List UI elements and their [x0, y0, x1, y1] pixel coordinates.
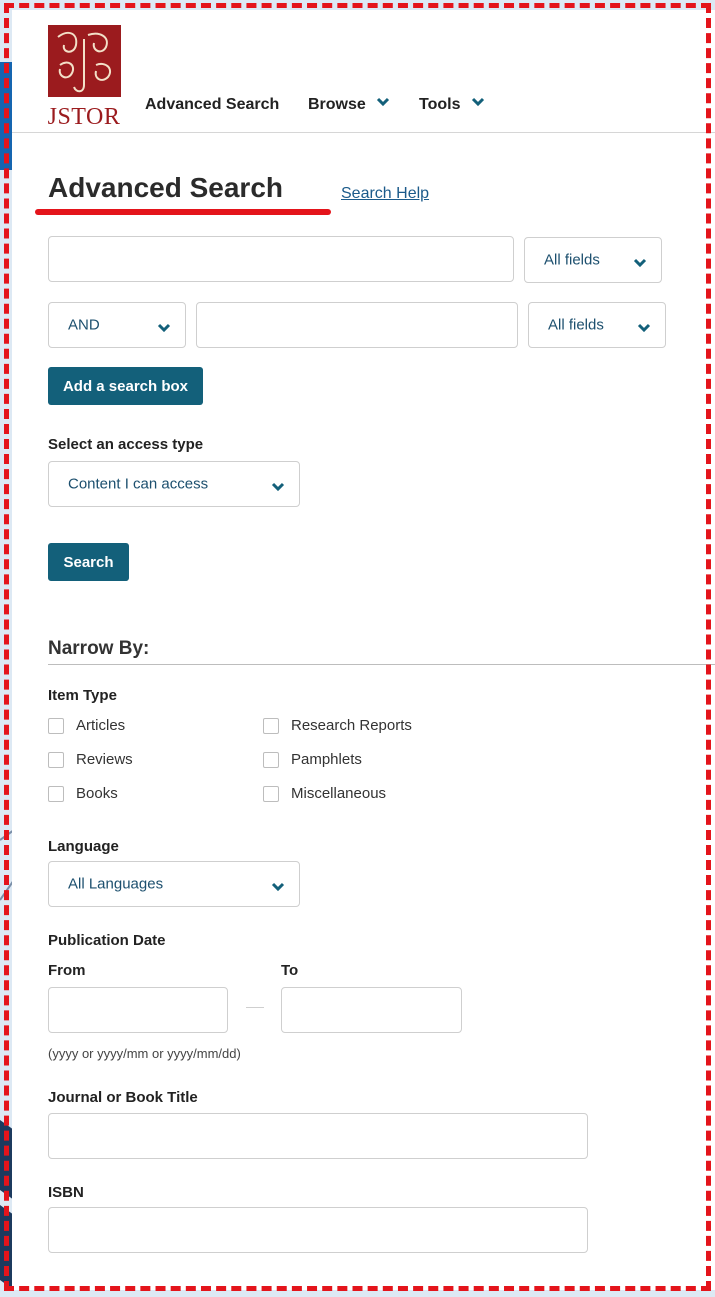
operator-select-value: AND [68, 316, 100, 334]
date-to-input[interactable] [281, 987, 462, 1033]
field-select-2-value: All fields [548, 316, 604, 334]
field-select-1-value: All fields [544, 251, 600, 269]
language-value: All Languages [68, 875, 164, 893]
isbn-label: ISBN [48, 1184, 84, 1201]
search-input-2[interactable] [196, 302, 518, 348]
chevron-down-icon [157, 320, 171, 337]
narrow-by-divider [48, 664, 715, 665]
field-select-2[interactable]: All fields [528, 302, 666, 348]
logo-text: JSTOR [47, 104, 121, 130]
search-help-link[interactable]: Search Help [341, 185, 429, 203]
checkbox-label: Reviews [76, 751, 133, 768]
language-label: Language [48, 838, 119, 855]
access-type-label: Select an access type [48, 436, 204, 453]
jstor-logo[interactable]: JSTOR [44, 22, 124, 130]
chevron-down-icon [637, 320, 651, 337]
checkbox[interactable] [48, 718, 64, 734]
chevron-down-icon [271, 479, 285, 496]
from-label: From [48, 962, 86, 979]
isbn-input[interactable] [48, 1207, 588, 1253]
checkbox-label: Pamphlets [291, 751, 362, 768]
checkbox[interactable] [48, 786, 64, 802]
date-range-dash [246, 1007, 264, 1008]
checkbox[interactable] [263, 786, 279, 802]
chevron-down-icon [471, 94, 485, 112]
checkbox-label: Research Reports [291, 717, 412, 734]
checkbox-label: Articles [76, 717, 126, 734]
access-type-value: Content I can access [68, 475, 209, 493]
item-type-label: Item Type [48, 687, 117, 704]
checkbox[interactable] [48, 752, 64, 768]
field-select-1[interactable]: All fields [524, 237, 662, 283]
nav-browse[interactable]: Browse [308, 96, 390, 114]
nav-tools-label: Tools [419, 96, 461, 113]
checkbox-label: Miscellaneous [291, 785, 387, 802]
page-title: Advanced Search [48, 172, 283, 203]
chevron-down-icon [271, 879, 285, 896]
journal-title-input[interactable] [48, 1113, 588, 1159]
page: JSTOR Advanced Search Browse Tools Advan… [12, 10, 715, 1290]
chevron-down-icon [376, 94, 390, 112]
checkbox[interactable] [263, 752, 279, 768]
to-label: To [281, 962, 299, 979]
nav-advanced-search-label: Advanced Search [145, 96, 280, 113]
checkbox[interactable] [263, 718, 279, 734]
language-select[interactable]: All Languages [48, 861, 300, 907]
publication-date-label: Publication Date [48, 932, 166, 949]
add-search-box-button[interactable]: Add a search box [48, 367, 203, 405]
logo-emblem [48, 25, 121, 97]
narrow-by-heading: Narrow By: [48, 638, 150, 659]
nav-browse-label: Browse [308, 96, 366, 113]
chevron-down-icon [633, 255, 647, 272]
nav-tools[interactable]: Tools [419, 96, 485, 114]
search-input-1[interactable] [48, 236, 514, 282]
checkbox-label: Books [76, 785, 118, 802]
access-type-select[interactable]: Content I can access [48, 461, 300, 507]
title-highlight-underline [35, 209, 331, 215]
nav-advanced-search[interactable]: Advanced Search [145, 96, 279, 114]
operator-select[interactable]: AND [48, 302, 186, 348]
date-format-hint: (yyyy or yyyy/mm or yyyy/mm/dd) [48, 1046, 241, 1061]
header-divider [12, 132, 715, 133]
date-from-input[interactable] [48, 987, 228, 1033]
search-button[interactable]: Search [48, 543, 129, 581]
journal-title-label: Journal or Book Title [48, 1089, 198, 1106]
